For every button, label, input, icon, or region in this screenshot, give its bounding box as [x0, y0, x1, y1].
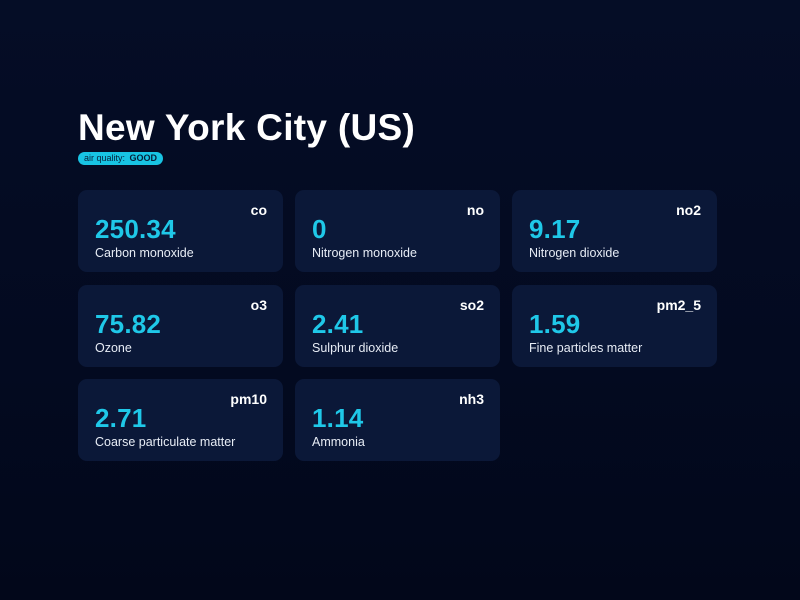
pollutant-value: 2.71 — [95, 403, 147, 433]
pollutant-value: 250.34 — [95, 214, 176, 244]
pollutant-card-o3: o3 75.82 Ozone — [78, 285, 283, 367]
pollutant-name: Ammonia — [312, 435, 365, 449]
pollutant-card-pm10: pm10 2.71 Coarse particulate matter — [78, 379, 283, 461]
air-quality-page: New York City (US) air quality: GOOD co … — [78, 106, 718, 461]
pollutant-card-so2: so2 2.41 Sulphur dioxide — [295, 285, 500, 367]
pollutant-name: Nitrogen dioxide — [529, 246, 620, 260]
pollutant-code: nh3 — [459, 391, 484, 407]
pollutant-card-pm2-5: pm2_5 1.59 Fine particles matter — [512, 285, 717, 367]
pollutant-code: so2 — [459, 297, 484, 313]
pollutant-name: Nitrogen monoxide — [312, 246, 417, 260]
pollutant-code: pm2_5 — [656, 297, 701, 313]
pollutant-card-no2: no2 9.17 Nitrogen dioxide — [512, 190, 717, 272]
pollutant-name: Coarse particulate matter — [95, 435, 236, 449]
pollutant-value: 1.14 — [312, 403, 364, 433]
pollutant-card-nh3: nh3 1.14 Ammonia — [295, 379, 500, 461]
pollutant-code: pm10 — [230, 391, 267, 407]
pollutant-name: Sulphur dioxide — [312, 341, 399, 355]
pollutant-card-no: no 0 Nitrogen monoxide — [295, 190, 500, 272]
air-quality-value: GOOD — [129, 153, 158, 163]
pollutant-name: Carbon monoxide — [95, 246, 194, 260]
pollutant-code: no — [466, 202, 484, 218]
pollutant-card-co: co 250.34 Carbon monoxide — [78, 190, 283, 272]
pollutant-code: no2 — [676, 202, 701, 218]
pollutant-value: 2.41 — [312, 309, 364, 339]
city-title: New York City (US) — [78, 107, 416, 148]
pollutant-code: co — [250, 202, 267, 218]
pollutant-code: o3 — [250, 297, 267, 313]
air-quality-badge: air quality: GOOD — [78, 152, 164, 165]
pollutant-value: 9.17 — [529, 214, 581, 244]
pollutant-value: 0 — [312, 214, 327, 244]
pollutant-value: 1.59 — [529, 309, 581, 339]
air-quality-label: air quality: — [84, 153, 126, 163]
pollutant-value: 75.82 — [95, 309, 162, 339]
pollutant-name: Fine particles matter — [529, 341, 643, 355]
pollutant-name: Ozone — [95, 341, 132, 355]
